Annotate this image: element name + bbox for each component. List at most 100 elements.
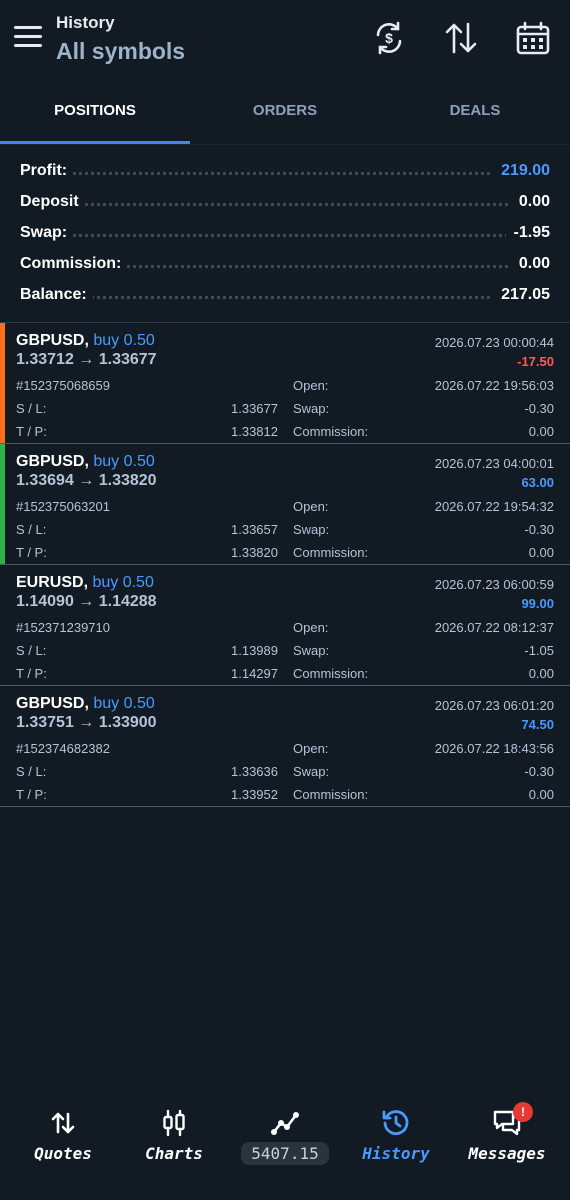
commission-value: 0.00 [528,666,554,681]
summary-label: Profit: [20,162,74,180]
swap-label: Swap: [293,522,330,537]
nav-quotes[interactable]: Quotes [6,1090,120,1180]
nav-label: History [362,1144,430,1163]
quotes-arrows-icon [51,1112,75,1134]
symbol-name: GBPUSD, [16,453,89,470]
trade-side: buy 0.50 [88,574,154,591]
dotted-leader [20,296,550,299]
nav-trade[interactable]: 5407.15 [228,1090,342,1180]
profit-indicator-bar [0,444,5,564]
profit-indicator-bar [0,686,5,806]
commission-value: 0.00 [528,787,554,802]
calendar-icon[interactable] [515,20,551,56]
list-item[interactable]: GBPUSD, buy 0.50 1.33694 → 1.33820 2026.… [0,444,570,565]
sl-label: S / L: [16,522,47,537]
menu-icon[interactable] [14,26,42,50]
trade-side: buy 0.50 [88,332,155,349]
bottom-nav: Quotes Charts 5407.15 History ! Messages [0,1090,570,1200]
position-id: #152374682382 [16,741,110,756]
nav-messages[interactable]: ! Messages [450,1090,564,1180]
position-profit: 63.00 [521,475,554,490]
dotted-leader [20,203,550,206]
swap-label: Swap: [293,643,330,658]
symbol-name: EURUSD, [16,574,89,591]
profit-indicator-bar [0,323,5,443]
nav-label: Charts [145,1144,203,1163]
list-item[interactable]: EURUSD, buy 0.50 1.14090 → 1.14288 2026.… [0,565,570,686]
summary-label: Commission: [20,255,128,273]
positions-list: GBPUSD, buy 0.50 1.33712 → 1.33677 2026.… [0,322,570,807]
summary-value: 0.00 [510,193,550,211]
trade-side: buy 0.50 [88,695,155,712]
summary-row-deposit: Deposit 0.00 [20,187,550,218]
trade-line-icon [271,1112,299,1135]
close-time: 2026.07.23 00:00:44 [434,335,554,350]
symbol-name: GBPUSD, [16,695,89,712]
swap-value: -1.05 [524,643,554,658]
tab-positions[interactable]: POSITIONS [0,90,190,144]
summary-value: 0.00 [510,255,550,273]
history-clock-icon [382,1110,409,1135]
tab-orders[interactable]: ORDERS [190,90,380,144]
swap-value: -0.30 [524,522,554,537]
summary-row-balance: Balance: 217.05 [20,280,550,311]
tp-value: 1.33952 [231,787,278,802]
sl-value: 1.13989 [231,643,278,658]
svg-text:$: $ [385,30,393,46]
tp-value: 1.33820 [231,545,278,560]
sl-label: S / L: [16,643,47,658]
sl-value: 1.33636 [231,764,278,779]
sl-value: 1.33657 [231,522,278,537]
tp-label: T / P: [16,787,47,802]
open-label: Open: [293,741,329,756]
position-profit: 74.50 [521,717,554,732]
summary-row-commission: Commission: 0.00 [20,249,550,280]
trade-side: buy 0.50 [88,453,155,470]
close-time: 2026.07.23 06:00:59 [434,577,554,592]
price-range: 1.33694 → 1.33820 [16,472,157,489]
commission-label: Commission: [293,545,369,560]
nav-history[interactable]: History [339,1090,453,1180]
top-bar: History All symbols $ [0,0,570,80]
sl-label: S / L: [16,401,47,416]
open-time: 2026.07.22 08:12:37 [434,620,554,635]
close-time: 2026.07.23 06:01:20 [434,698,554,713]
sl-value: 1.33677 [231,401,278,416]
commission-label: Commission: [293,424,369,439]
commission-value: 0.00 [528,545,554,560]
swap-label: Swap: [293,764,330,779]
symbol-filter-title[interactable]: All symbols [56,38,185,65]
symbol-name: GBPUSD, [16,332,89,349]
position-profit: -17.50 [517,354,554,369]
open-label: Open: [293,378,329,393]
currency-exchange-icon[interactable]: $ [371,20,407,56]
swap-value: -0.30 [524,764,554,779]
list-item[interactable]: GBPUSD, buy 0.50 1.33712 → 1.33677 2026.… [0,323,570,444]
summary-value: 219.00 [493,162,550,180]
tp-value: 1.14297 [231,666,278,681]
position-id: #152375063201 [16,499,110,514]
equity-chip: 5407.15 [241,1142,329,1165]
nav-charts[interactable]: Charts [117,1090,231,1180]
price-range: 1.33751 → 1.33900 [16,714,157,731]
profit-indicator-bar [0,565,5,685]
price-range: 1.14090 → 1.14288 [16,593,157,610]
swap-label: Swap: [293,401,330,416]
summary-value: 217.05 [493,286,550,304]
list-item[interactable]: GBPUSD, buy 0.50 1.33751 → 1.33900 2026.… [0,686,570,807]
summary-label: Deposit [20,193,85,211]
nav-label: Quotes [34,1144,92,1163]
tab-deals[interactable]: DEALS [380,90,570,144]
commission-value: 0.00 [528,424,554,439]
summary-panel: Profit: 219.00 Deposit 0.00 Swap: -1.95 … [0,156,570,311]
summary-label: Balance: [20,286,93,304]
tp-label: T / P: [16,424,47,439]
open-label: Open: [293,620,329,635]
open-time: 2026.07.22 19:56:03 [434,378,554,393]
position-profit: 99.00 [521,596,554,611]
sort-icon[interactable] [443,20,479,56]
nav-label: Messages [468,1144,546,1163]
summary-row-swap: Swap: -1.95 [20,218,550,249]
tp-value: 1.33812 [231,424,278,439]
history-tabs: POSITIONS ORDERS DEALS [0,90,570,145]
